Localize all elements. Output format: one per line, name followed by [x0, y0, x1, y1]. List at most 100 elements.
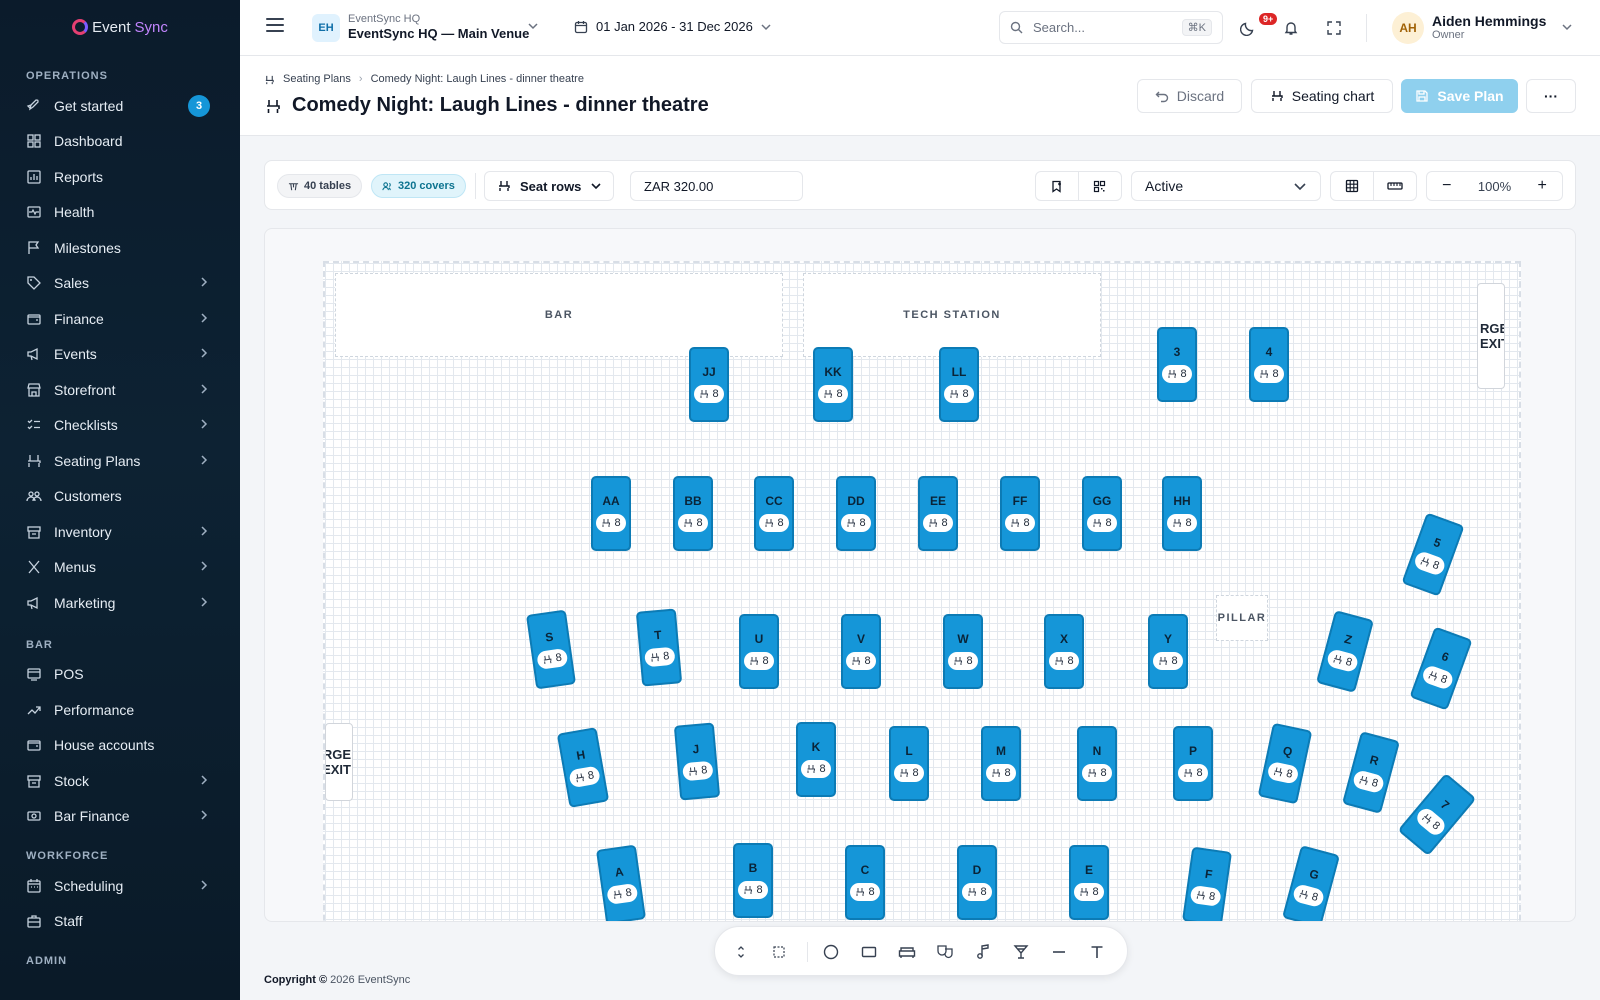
exit-right[interactable]: RGEEXIT — [1477, 283, 1505, 389]
seating-table-q[interactable]: Q8 — [1257, 722, 1313, 805]
cocktail-icon[interactable] — [1011, 942, 1031, 962]
ruler-icon[interactable] — [1374, 172, 1417, 200]
sidebar-item-house-accounts[interactable]: House accounts — [0, 728, 240, 764]
date-range-picker[interactable]: 01 Jan 2026 - 31 Dec 2026 — [574, 19, 771, 34]
seating-table-f[interactable]: F8 — [1181, 846, 1233, 921]
bell-icon[interactable] — [1281, 18, 1301, 38]
venue-avatar[interactable]: EH — [312, 14, 340, 42]
seating-table-gg[interactable]: GG 8 — [1082, 476, 1122, 551]
qr-icon[interactable] — [1079, 172, 1122, 200]
sidebar-item-finance[interactable]: Finance — [0, 301, 240, 337]
sidebar-item-checklists[interactable]: Checklists — [0, 408, 240, 444]
seating-chart-button[interactable]: Seating chart — [1251, 79, 1393, 113]
zone-bar[interactable]: BAR — [335, 273, 783, 357]
seating-table-z[interactable]: Z8 — [1315, 610, 1375, 693]
fullscreen-icon[interactable] — [1324, 18, 1344, 38]
zone-tech-station[interactable]: TECH STATION — [803, 273, 1101, 357]
sofa-tool-icon[interactable] — [897, 942, 917, 962]
sidebar-item-bar-finance[interactable]: Bar Finance — [0, 799, 240, 835]
seating-table-u[interactable]: U8 — [739, 614, 779, 689]
search-input[interactable]: Search... ⌘K — [999, 11, 1223, 44]
sidebar-item-dashboard[interactable]: Dashboard — [0, 124, 240, 160]
theatre-masks-icon[interactable] — [935, 942, 955, 962]
chevron-down-icon[interactable] — [528, 21, 538, 34]
seating-table-s[interactable]: S8 — [525, 609, 577, 690]
sidebar-item-seating-plans[interactable]: Seating Plans — [0, 443, 240, 479]
seating-table-h[interactable]: H8 — [556, 727, 610, 808]
seating-table-j[interactable]: J8 — [673, 722, 721, 801]
zone-pillar[interactable]: PILLAR — [1216, 595, 1268, 641]
seating-table-w[interactable]: W8 — [943, 614, 983, 689]
circle-tool-icon[interactable] — [821, 942, 841, 962]
seating-table-n[interactable]: N8 — [1077, 726, 1117, 801]
seating-table-v[interactable]: V8 — [841, 614, 881, 689]
seating-table-k[interactable]: K8 — [796, 722, 836, 797]
seating-table-t[interactable]: T8 — [635, 608, 683, 687]
sidebar-item-get-started[interactable]: Get started 3 — [0, 88, 240, 124]
sidebar-item-reports[interactable]: Reports — [0, 159, 240, 195]
sidebar-item-performance[interactable]: Performance — [0, 692, 240, 728]
seating-table-x[interactable]: X8 — [1044, 614, 1084, 689]
music-note-icon[interactable] — [973, 942, 993, 962]
seating-table-kk[interactable]: KK 8 — [813, 347, 853, 422]
seating-table-y[interactable]: Y8 — [1148, 614, 1188, 689]
moon-icon[interactable] — [1238, 18, 1258, 38]
seating-table-b[interactable]: B8 — [733, 843, 773, 918]
seating-table-d[interactable]: D8 — [957, 845, 997, 920]
chevron-down-icon[interactable] — [1562, 22, 1572, 35]
bookmark-icon[interactable] — [1036, 172, 1079, 200]
app-logo[interactable]: Event Sync — [0, 0, 240, 54]
seating-table-jj[interactable]: JJ 8 — [689, 347, 729, 422]
seating-table-hh[interactable]: HH 8 — [1162, 476, 1202, 551]
discard-button[interactable]: Discard — [1137, 79, 1242, 113]
user-name[interactable]: Aiden Hemmings — [1432, 13, 1546, 29]
seating-table-g[interactable]: G8 — [1281, 845, 1341, 921]
sidebar-item-stock[interactable]: Stock — [0, 763, 240, 799]
line-tool-icon[interactable] — [1049, 942, 1069, 962]
rectangle-tool-icon[interactable] — [859, 942, 879, 962]
sidebar-item-events[interactable]: Events — [0, 337, 240, 373]
seating-table-r[interactable]: R8 — [1341, 731, 1401, 814]
seating-table-aa[interactable]: AA 8 — [591, 476, 631, 551]
marquee-select-icon[interactable] — [769, 942, 789, 962]
seating-table-5[interactable]: 58 — [1401, 512, 1465, 597]
move-icon[interactable] — [731, 942, 751, 962]
seating-table-c[interactable]: C8 — [845, 845, 885, 920]
sidebar-item-staff[interactable]: Staff — [0, 904, 240, 940]
avatar[interactable]: AH — [1392, 12, 1424, 44]
sidebar-item-storefront[interactable]: Storefront — [0, 372, 240, 408]
floor-grid[interactable]: BAR TECH STATION PILLAR RGEEXIT RGEEXIT … — [323, 261, 1521, 921]
more-options-button[interactable]: ··· — [1526, 79, 1576, 113]
save-plan-button[interactable]: Save Plan — [1401, 79, 1518, 113]
breadcrumb-parent[interactable]: Seating Plans — [283, 73, 351, 85]
seat-rows-dropdown[interactable]: Seat rows — [484, 171, 614, 201]
sidebar-item-sales[interactable]: Sales — [0, 266, 240, 302]
zoom-out-button[interactable]: − — [1427, 177, 1467, 195]
seating-table-dd[interactable]: DD 8 — [836, 476, 876, 551]
seating-table-6[interactable]: 68 — [1409, 626, 1473, 711]
seating-table-ll[interactable]: LL 8 — [939, 347, 979, 422]
seating-table-m[interactable]: M8 — [981, 726, 1021, 801]
zoom-in-button[interactable]: + — [1522, 177, 1562, 195]
exit-left[interactable]: RGEEXIT — [325, 723, 353, 801]
seating-table-ff[interactable]: FF 8 — [1000, 476, 1040, 551]
sidebar-item-menus[interactable]: Menus — [0, 550, 240, 586]
seating-table-3[interactable]: 38 — [1157, 327, 1197, 402]
menu-toggle-icon[interactable] — [266, 18, 284, 36]
grid-icon[interactable] — [1331, 172, 1374, 200]
venue-switcher[interactable]: EventSync HQ EventSync HQ — Main Venue — [348, 13, 529, 41]
seating-table-e[interactable]: E8 — [1069, 845, 1109, 920]
seating-table-l[interactable]: L8 — [889, 726, 929, 801]
seating-table-ee[interactable]: EE 8 — [918, 476, 958, 551]
seating-table-bb[interactable]: BB 8 — [673, 476, 713, 551]
sidebar-item-customers[interactable]: Customers — [0, 479, 240, 515]
seating-table-4[interactable]: 48 — [1249, 327, 1289, 402]
seating-table-p[interactable]: P8 — [1173, 726, 1213, 801]
sidebar-item-health[interactable]: Health — [0, 195, 240, 231]
sidebar-item-pos[interactable]: POS — [0, 657, 240, 693]
sidebar-item-inventory[interactable]: Inventory — [0, 514, 240, 550]
sidebar-item-marketing[interactable]: Marketing — [0, 585, 240, 621]
status-select[interactable]: Active — [1131, 171, 1321, 201]
sidebar-item-scheduling[interactable]: Scheduling — [0, 868, 240, 904]
text-tool-icon[interactable] — [1087, 942, 1107, 962]
